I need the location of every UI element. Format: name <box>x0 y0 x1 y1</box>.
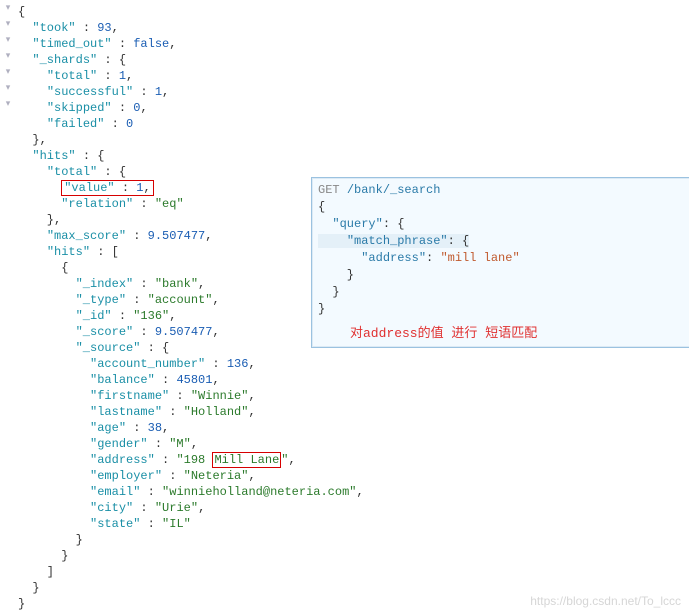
key-took: "took" <box>32 21 75 35</box>
highlight-value: "value" : 1, <box>61 180 153 196</box>
key-max-score: "max_score" <box>47 229 126 243</box>
key-shards: "_shards" <box>32 53 97 67</box>
key-state: "state" <box>90 517 140 531</box>
key-score: "_score" <box>76 325 134 339</box>
key-shards-skipped: "skipped" <box>47 101 112 115</box>
q-key-address: "address" <box>361 251 426 265</box>
val-shards-successful: 1 <box>155 85 162 99</box>
key-shards-failed: "failed" <box>47 117 105 131</box>
key-city: "city" <box>90 501 133 515</box>
query-panel: GET /bank/_search { "query": { "match_ph… <box>311 177 689 348</box>
val-score: 9.507477 <box>155 325 213 339</box>
val-address-b: Mill Lane <box>214 453 279 467</box>
key-email: "email" <box>90 485 140 499</box>
key-index: "_index" <box>76 277 134 291</box>
val-account-number: 136 <box>227 357 249 371</box>
val-shards-failed: 0 <box>126 117 133 131</box>
val-state: "IL" <box>162 517 191 531</box>
key-firstname: "firstname" <box>90 389 169 403</box>
key-type: "_type" <box>76 293 126 307</box>
query-code: GET /bank/_search { "query": { "match_ph… <box>318 182 687 318</box>
key-relation: "relation" <box>61 197 133 211</box>
val-type: "account" <box>148 293 213 307</box>
key-id: "_id" <box>76 309 112 323</box>
val-id: "136" <box>133 309 169 323</box>
watermark: https://blog.csdn.net/To_lccc <box>530 594 681 608</box>
key-hits: "hits" <box>32 149 75 163</box>
val-balance: 45801 <box>176 373 212 387</box>
val-email: "winnieholland@neteria.com" <box>162 485 356 499</box>
key-source: "_source" <box>76 341 141 355</box>
key-age: "age" <box>90 421 126 435</box>
val-value: 1 <box>136 181 143 195</box>
key-lastname: "lastname" <box>90 405 162 419</box>
val-address-a: "198 <box>176 453 212 467</box>
key-value: "value" <box>64 181 114 195</box>
val-took: 93 <box>97 21 111 35</box>
val-employer: "Neteria" <box>184 469 249 483</box>
key-gender: "gender" <box>90 437 148 451</box>
val-firstname: "Winnie" <box>191 389 249 403</box>
val-index: "bank" <box>155 277 198 291</box>
val-max-score: 9.507477 <box>148 229 206 243</box>
key-shards-successful: "successful" <box>47 85 133 99</box>
val-age: 38 <box>148 421 162 435</box>
annotation-note: 对address的值 进行 短语匹配 <box>318 322 687 341</box>
q-key-match-phrase: "match_phrase" <box>347 234 448 248</box>
key-address: "address" <box>90 453 155 467</box>
key-shards-total: "total" <box>47 69 97 83</box>
http-method: GET <box>318 183 340 197</box>
key-timed-out: "timed_out" <box>32 37 111 51</box>
key-balance: "balance" <box>90 373 155 387</box>
val-city: "Urie" <box>155 501 198 515</box>
fold-gutter: ▾▾▾▾▾▾▾ <box>0 0 16 112</box>
request-url: /bank/_search <box>347 183 441 197</box>
val-relation: "eq" <box>155 197 184 211</box>
val-timed-out: false <box>133 37 169 51</box>
brace: { <box>18 5 25 19</box>
key-account-number: "account_number" <box>90 357 205 371</box>
key-employer: "employer" <box>90 469 162 483</box>
q-val-address: "mill lane" <box>440 251 519 265</box>
val-lastname: "Holland" <box>184 405 249 419</box>
val-shards-skipped: 0 <box>133 101 140 115</box>
key-hits-total: "total" <box>47 165 97 179</box>
val-shards-total: 1 <box>119 69 126 83</box>
key-hits-array: "hits" <box>47 245 90 259</box>
val-gender: "M" <box>169 437 191 451</box>
val-address-c: " <box>281 453 288 467</box>
q-key-query: "query" <box>332 217 382 231</box>
highlight-mill-lane: Mill Lane <box>212 452 281 468</box>
